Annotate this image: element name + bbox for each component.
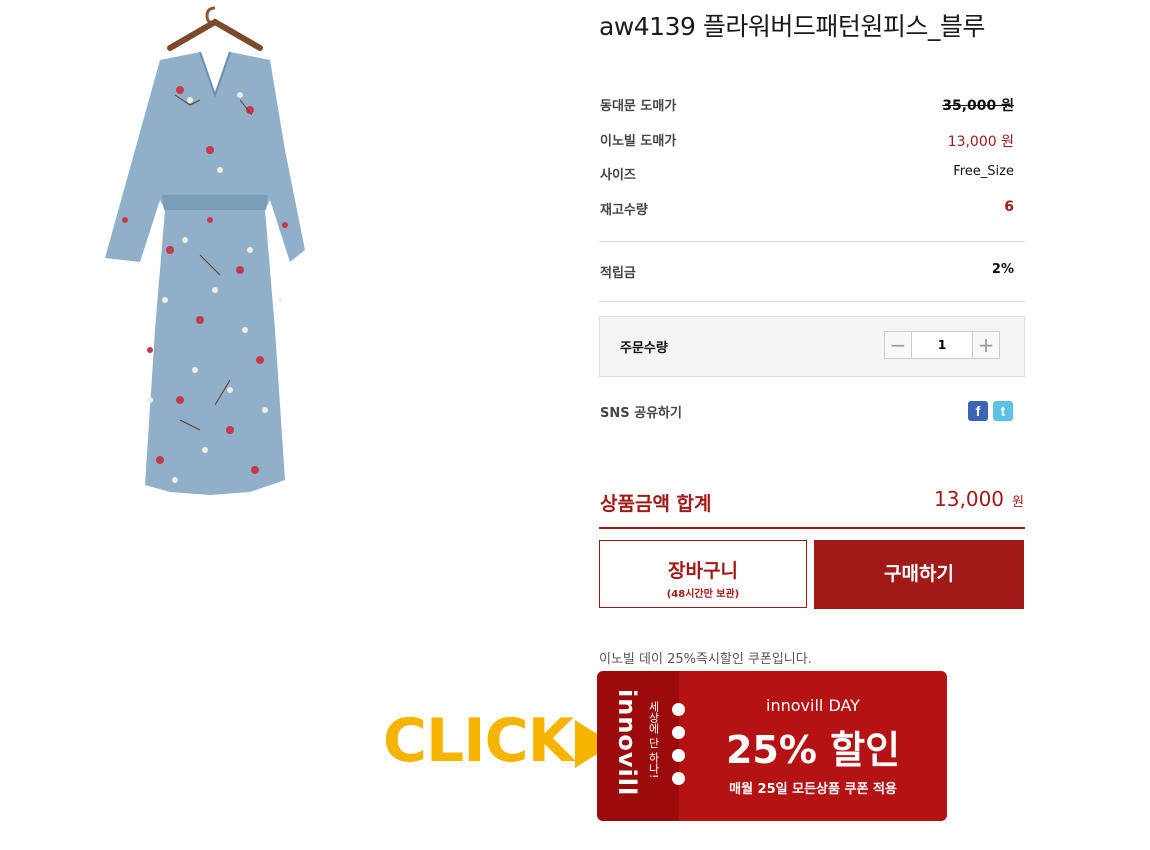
coupon-description: 매월 25일 모든상품 쿠폰 적용 [729,782,897,797]
divider [599,241,1025,242]
quantity-stepper: − + [884,331,1002,359]
coupon-title: innovill DAY [766,696,860,715]
perforation-dot [672,726,685,739]
coupon-stub: innovill 세상에 단 하나! [597,671,679,821]
coupon-discount: 25% 할인 [725,728,901,772]
quantity-input[interactable] [912,331,972,359]
quantity-decrease-button[interactable]: − [884,331,912,359]
facebook-icon[interactable]: f [968,401,988,421]
sns-share-label: SNS 공유하기 [600,406,682,421]
perforation-dot [672,749,685,762]
total-value: 13,000 [934,487,1005,511]
coupon-brand: innovill [613,689,641,797]
total-divider [599,527,1025,529]
perforation-dot [672,772,685,785]
divider [599,301,1025,302]
coupon-banner[interactable]: innovill 세상에 단 하나! innovill DAY 25% 할인 매… [597,671,947,821]
size-value: Free_Size [953,164,1014,179]
cart-button-sublabel: (48시간만 보관) [666,589,740,600]
quantity-increase-button[interactable]: + [972,331,1000,359]
twitter-icon[interactable]: t [993,401,1013,421]
add-to-cart-button[interactable]: 장바구니 (48시간만 보관) [599,540,807,608]
points-label: 적립금 [600,266,636,281]
size-label: 사이즈 [600,168,636,183]
innovill-price-value: 13,000 원 [947,134,1014,150]
total-unit: 원 [1012,495,1024,510]
perforation-dot [672,703,685,716]
innovill-price-label: 이노빌 도매가 [600,134,677,149]
wholesale-price-label: 동대문 도매가 [600,99,677,114]
points-value: 2% [991,262,1014,277]
buy-now-button[interactable]: 구매하기 [814,540,1024,609]
cart-button-label: 장바구니 [668,560,738,582]
stock-value: 6 [1004,199,1014,215]
total-price: 13,000 원 [934,487,1024,511]
coupon-slogan: 세상에 단 하나! [647,701,660,779]
coupon-body: innovill DAY 25% 할인 매월 25일 모든상품 쿠폰 적용 [679,671,947,821]
product-title: aw4139 플라워버드패턴원피스_블루 [599,12,985,41]
coupon-note: 이노빌 데이 25%즉시할인 쿠폰입니다. [599,652,812,667]
total-label: 상품금액 합계 [600,493,712,515]
product-image [90,0,340,510]
stock-label: 재고수량 [600,203,648,218]
wholesale-price-value: 35,000 원 [942,98,1014,114]
click-callout: CLICK [383,706,574,776]
quantity-box: 주문수량 − + [599,316,1025,377]
quantity-label: 주문수량 [620,341,668,356]
